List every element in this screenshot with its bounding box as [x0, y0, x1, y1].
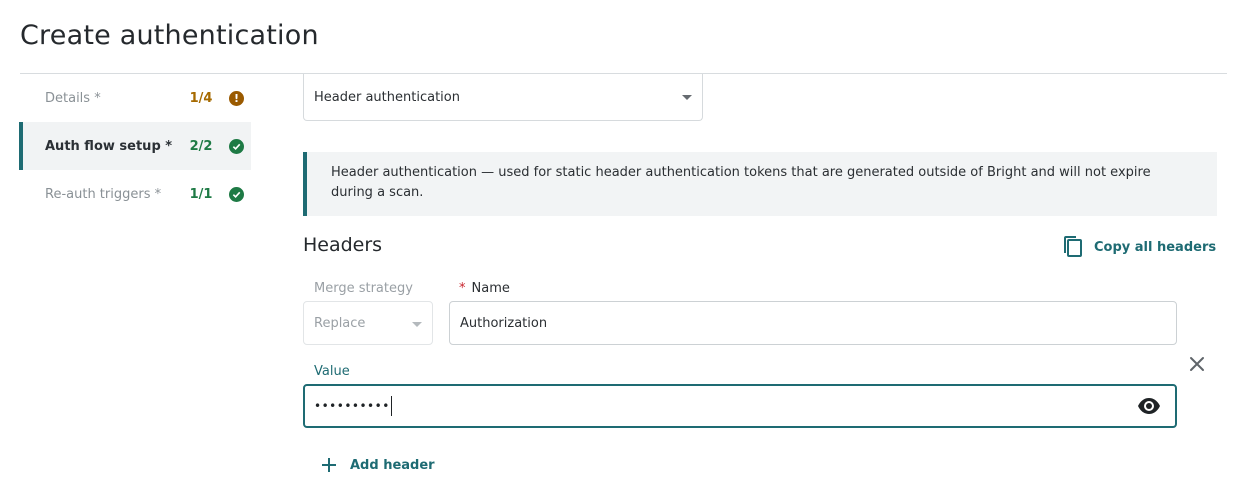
info-box: Header authentication — used for static … [303, 152, 1217, 216]
dropdown-arrow-icon [412, 322, 422, 327]
auth-type-value: Header authentication [314, 89, 460, 105]
name-label-text: Name [471, 281, 510, 296]
info-text: Header authentication — used for static … [331, 165, 1151, 200]
merge-strategy-select[interactable]: Replace [303, 301, 433, 345]
copy-all-headers-label: Copy all headers [1094, 239, 1217, 255]
required-marker: * [459, 281, 466, 296]
step-auth-flow-setup[interactable]: Auth flow setup * 2/2 [19, 122, 251, 170]
step-details[interactable]: Details * 1/4 ! [19, 74, 251, 122]
eye-icon[interactable] [1137, 396, 1161, 416]
step-count: 1/1 [189, 186, 213, 202]
step-label: Auth flow setup * [45, 138, 173, 154]
name-label: * Name [459, 281, 510, 296]
header-value-masked: •••••••••• [314, 399, 390, 413]
auth-type-select[interactable]: Header authentication [303, 74, 703, 121]
copy-all-headers-button[interactable]: Copy all headers [1062, 234, 1216, 260]
step-label: Re-auth triggers * [45, 186, 162, 202]
dropdown-arrow-icon [682, 95, 692, 100]
merge-strategy-label: Merge strategy [314, 281, 413, 296]
header-name-input[interactable]: Authorization [449, 301, 1177, 345]
header-name-value: Authorization [460, 315, 548, 331]
step-count: 2/2 [189, 138, 213, 154]
stepper-nav: Details * 1/4 ! Auth flow setup * 2/2 Re… [19, 74, 251, 218]
merge-strategy-value: Replace [314, 315, 366, 331]
check-icon [229, 186, 244, 202]
headers-title: Headers [303, 234, 383, 256]
header-value-input[interactable]: •••••••••• [303, 384, 1177, 428]
exclamation-icon: ! [229, 90, 244, 106]
add-header-button[interactable]: Add header [320, 453, 435, 477]
value-label: Value [314, 364, 350, 379]
step-count: 1/4 [189, 90, 213, 106]
plus-icon [322, 458, 336, 472]
step-re-auth-triggers[interactable]: Re-auth triggers * 1/1 [19, 170, 251, 218]
copy-icon [1064, 236, 1082, 257]
remove-header-button[interactable] [1186, 353, 1208, 375]
text-cursor [390, 396, 392, 416]
add-header-label: Add header [350, 457, 435, 473]
page-title: Create authentication [20, 20, 319, 51]
step-label: Details * [45, 90, 101, 106]
check-icon [229, 138, 244, 154]
